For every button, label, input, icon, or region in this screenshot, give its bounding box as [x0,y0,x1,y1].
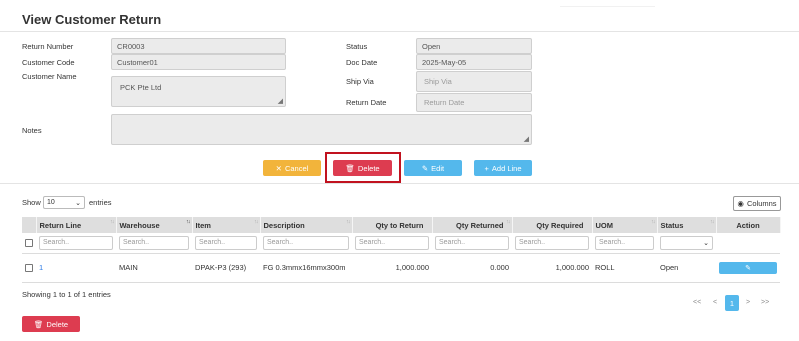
edit-button[interactable]: ✎ Edit [404,160,462,176]
columns-button[interactable]: ◉ Columns [733,196,781,211]
bulk-delete-button[interactable]: 🗑 Delete [22,316,80,332]
ship-via-label: Ship Via [346,77,374,86]
cell-description: FG 0.3mmx16mmx300m [260,253,352,283]
cell-warehouse: MAIN [116,253,192,283]
cell-qty-to-return: 1,000.000 [352,253,432,283]
eye-icon: ◉ [737,199,744,208]
doc-date-field[interactable]: 2025-May-05 [416,54,532,70]
select-all-checkbox[interactable] [25,239,33,248]
column-header-qty-required[interactable]: Qty Required [512,217,593,233]
delete-button-label: Delete [357,163,380,173]
page-title: View Customer Return [22,12,162,27]
ship-via-field[interactable]: Ship Via [416,71,532,92]
customer-name-label: Customer Name [22,72,77,81]
columns-button-label: Columns [746,199,777,208]
search-input-qty-to-return[interactable]: Search.. [355,235,429,250]
trash-icon: 🗑 [345,163,355,173]
cell-uom: ROLL [592,253,657,283]
return-lines-table: Return Line ↑↓ Warehouse ↑↓ Item ↑↓ Descrip… [22,217,781,283]
column-header-status[interactable]: Status ↑↓ [657,217,717,233]
column-header-qty-returned[interactable]: Qty Returned ↑↓ [432,217,513,233]
search-input-return-line[interactable]: Search.. [39,235,113,250]
table-info: Showing 1 to 1 of 1 entries [22,290,111,299]
customer-code-label: Customer Code [22,58,75,67]
section-divider [0,183,799,184]
column-header-warehouse[interactable]: Warehouse ↑↓ [116,217,193,233]
show-label: Show [22,198,41,207]
column-header-uom[interactable]: UOM ↑↓ [592,217,658,233]
return-date-label: Return Date [346,98,387,107]
status-filter-select[interactable]: ⌄ [660,235,713,250]
sort-icon: ↑↓ [651,219,655,225]
pagination-last[interactable]: >> [761,299,769,306]
search-input-uom[interactable]: Search.. [595,235,654,250]
close-icon: ✕ [275,163,282,173]
bulk-delete-button-label: Delete [46,319,69,329]
column-header-action: Action [716,217,781,233]
notes-label: Notes [22,126,42,135]
cell-qty-required: 1,000.000 [512,253,592,283]
customer-name-value: PCK Pte Ltd [120,83,162,92]
column-header-qty-to-return[interactable]: Qty to Return [352,217,433,233]
search-input-qty-returned[interactable]: Search.. [435,235,509,250]
resize-grip-icon[interactable]: ◢ [524,136,529,143]
select-all-header [22,217,37,233]
notes-field[interactable]: ◢ [111,114,532,145]
pencil-icon: ✎ [745,264,751,272]
chevron-down-icon: ⌄ [703,239,709,247]
edit-button-label: Edit [431,163,445,173]
header-divider [0,31,799,32]
cell-item: DPAK-P3 (293) [192,253,260,283]
row-edit-button[interactable]: ✎ [719,261,777,274]
sort-icon: ↑↓ [710,219,714,225]
status-field[interactable]: Open [416,38,532,54]
row-checkbox[interactable] [25,264,33,272]
table-row: 1 MAIN DPAK-P3 (293) FG 0.3mmx16mmx300m … [22,253,780,283]
return-number-field[interactable]: CR0003 [111,38,286,54]
search-row: Search.. Search.. Search.. Search.. Sear… [22,233,780,254]
add-line-button-label: Add Line [491,163,522,173]
search-input-warehouse[interactable]: Search.. [119,235,189,250]
column-header-description[interactable]: Description ↑↓ [260,217,353,233]
return-number-label: Return Number [22,42,74,51]
search-input-item[interactable]: Search.. [195,235,257,250]
cell-status: Open [657,253,716,283]
pagination-current[interactable]: 1 [725,295,739,311]
sort-icon: ↑↓ [254,219,258,225]
table-header-row: Return Line ↑↓ Warehouse ↑↓ Item ↑↓ Descrip… [22,217,781,233]
doc-date-label: Doc Date [346,58,378,67]
pagination-first[interactable]: << [693,299,701,306]
pencil-icon: ✎ [421,163,429,173]
top-faint-line [560,6,655,7]
sort-icon: ↑↓ [110,219,114,225]
sort-icon: ↑↓ [346,219,350,225]
trash-icon: 🗑 [33,319,44,329]
cell-qty-returned: 0.000 [432,253,512,283]
search-input-description[interactable]: Search.. [263,235,349,250]
add-line-button[interactable]: + Add Line [474,160,532,176]
entries-label: entries [89,198,112,207]
customer-name-field[interactable]: PCK Pte Ltd ◢ [111,76,286,107]
cancel-button-label: Cancel [284,163,309,173]
delete-button[interactable]: 🗑 Delete [333,160,392,176]
page-size-select[interactable]: 10 ⌄ [43,196,85,209]
return-line-link[interactable]: 1 [39,263,43,272]
column-header-item[interactable]: Item ↑↓ [192,217,261,233]
pagination-prev[interactable]: < [713,299,717,306]
plus-icon: + [484,163,489,173]
customer-code-field[interactable]: Customer01 [111,54,286,70]
sort-icon: ↑↓ [186,219,190,225]
column-header-return-line[interactable]: Return Line ↑↓ [36,217,117,233]
status-label: Status [346,42,368,51]
search-input-qty-required[interactable]: Search.. [515,235,589,250]
resize-grip-icon[interactable]: ◢ [278,98,283,105]
pagination-next[interactable]: > [746,299,750,306]
sort-icon: ↑↓ [506,219,510,225]
return-date-field[interactable]: Return Date [416,93,532,112]
page-size-value: 10 [47,199,55,206]
chevron-down-icon: ⌄ [75,199,81,207]
cancel-button[interactable]: ✕ Cancel [263,160,321,176]
